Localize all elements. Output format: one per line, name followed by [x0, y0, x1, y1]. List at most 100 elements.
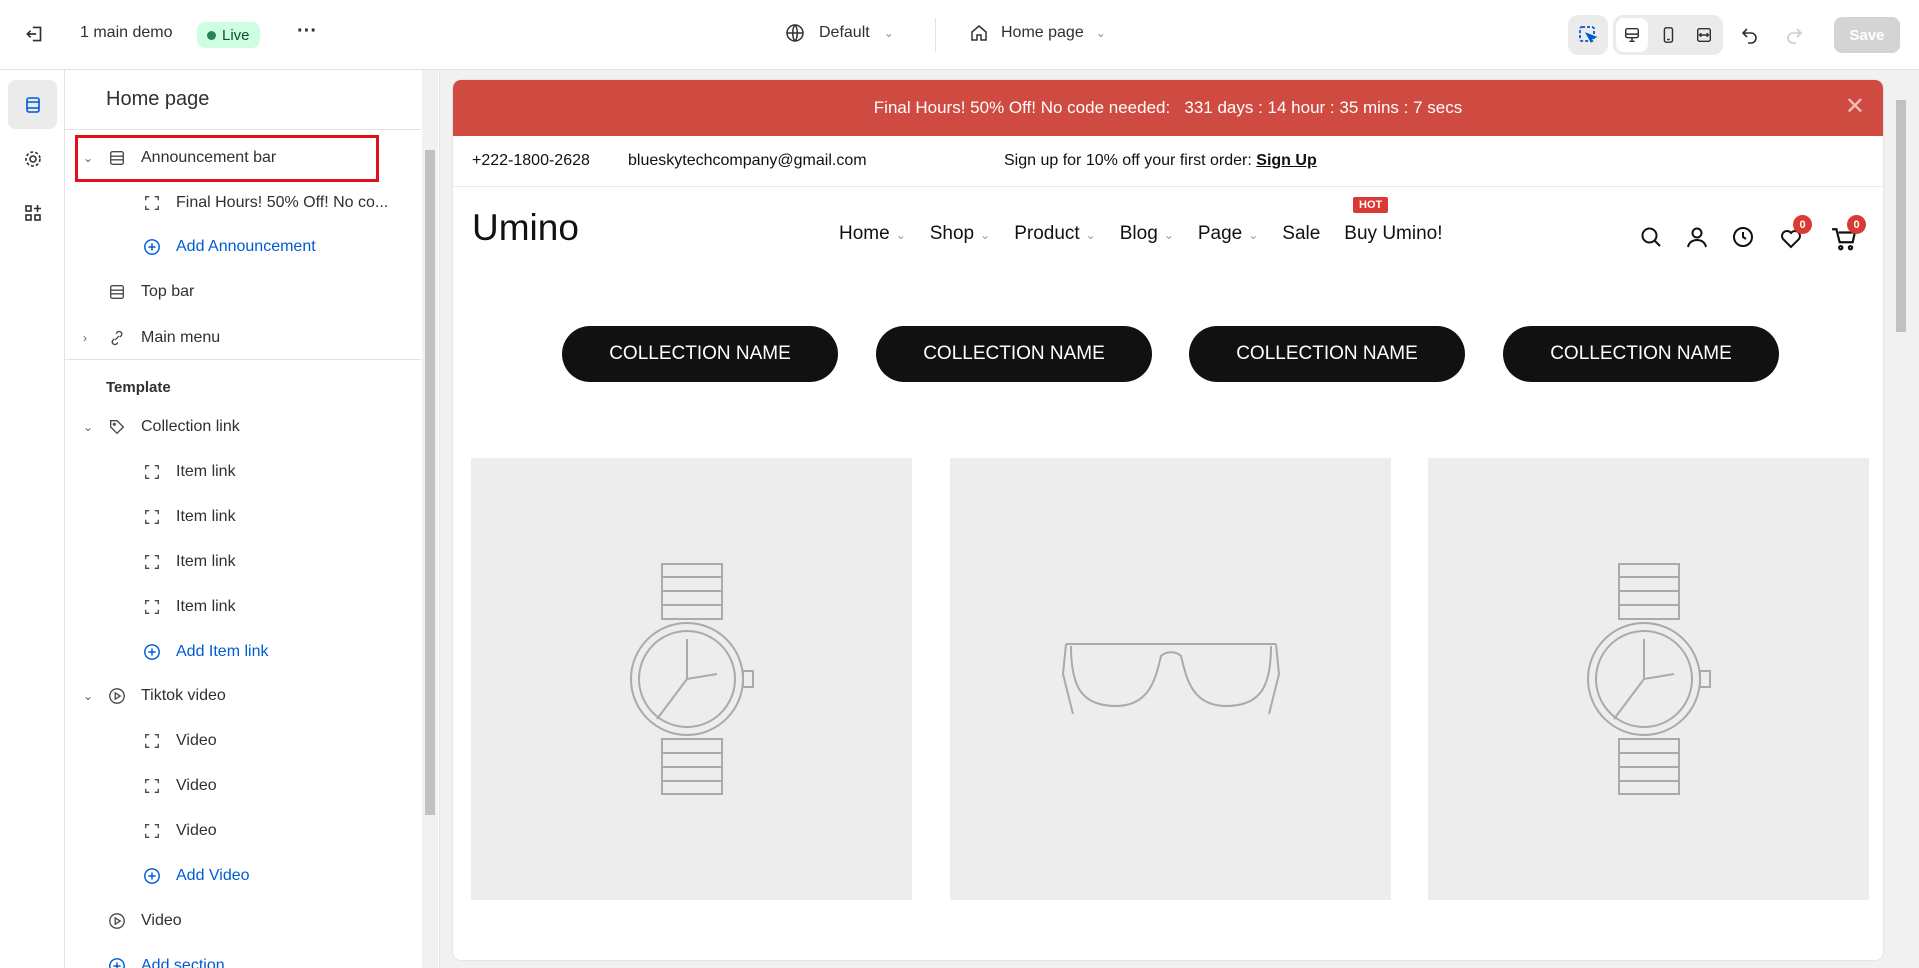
page-select[interactable]: Home page ⌄ — [969, 23, 1106, 43]
menu-item-page[interactable]: Page⌄ — [1198, 223, 1258, 245]
collection-button[interactable]: COLLECTION NAME — [876, 326, 1152, 382]
menu-item-product[interactable]: Product⌄ — [1014, 223, 1096, 245]
signup-label: Sign up for 10% off your first order: — [1004, 152, 1252, 169]
apps-button[interactable] — [8, 188, 57, 237]
item-label: Video — [176, 732, 217, 750]
item-label: Item link — [176, 598, 236, 616]
plus-circle-icon — [142, 237, 162, 257]
collection-button[interactable]: COLLECTION NAME — [1189, 326, 1465, 382]
block-icon — [142, 193, 162, 213]
section-main-menu[interactable]: ›Main menu — [65, 315, 420, 360]
item-label: Item link — [176, 463, 236, 481]
block-item-link[interactable]: Item link — [65, 584, 420, 629]
block-icon — [142, 462, 162, 482]
item-label: Item link — [176, 553, 236, 571]
item-label: Add section — [141, 957, 225, 968]
item-label: Video — [176, 822, 217, 840]
watch-icon — [1584, 559, 1714, 799]
block-video[interactable]: Video — [65, 808, 420, 853]
select-cursor-icon — [1578, 25, 1598, 45]
block-announcement[interactable]: Final Hours! 50% Off! No co... — [65, 180, 420, 225]
watch-icon — [627, 559, 757, 799]
block-icon — [142, 552, 162, 572]
inspector-toggle[interactable] — [1568, 15, 1608, 55]
store-logo[interactable]: Umino — [472, 207, 579, 249]
menu-label: Shop — [930, 223, 974, 244]
close-icon[interactable]: ✕ — [1845, 92, 1865, 121]
block-icon — [142, 507, 162, 527]
sidebar-scrollbar[interactable] — [422, 70, 438, 968]
search-icon[interactable] — [1639, 225, 1663, 254]
plus-circle-icon — [142, 866, 162, 886]
section-top-bar[interactable]: Top bar — [65, 269, 420, 314]
divider — [65, 359, 421, 360]
menu-label: Blog — [1120, 223, 1158, 244]
add-announcement-button[interactable]: Add Announcement — [65, 224, 420, 269]
menu-item-home[interactable]: Home⌄ — [839, 223, 906, 245]
fullwidth-icon[interactable] — [1688, 18, 1720, 52]
mobile-icon[interactable] — [1652, 18, 1684, 52]
item-label: Top bar — [141, 283, 194, 301]
save-button[interactable]: Save — [1834, 17, 1900, 53]
plus-circle-icon — [107, 956, 127, 968]
menu-label: Home — [839, 223, 890, 244]
scrollbar-thumb[interactable] — [425, 150, 435, 815]
account-icon[interactable] — [1685, 225, 1709, 254]
block-video[interactable]: Video — [65, 718, 420, 763]
chevron-down-icon[interactable]: ⌄ — [83, 420, 97, 434]
add-item-link-button[interactable]: Add Item link — [65, 629, 420, 674]
block-item-link[interactable]: Item link — [65, 449, 420, 494]
recent-clock-icon[interactable] — [1731, 225, 1755, 254]
item-label: Item link — [176, 508, 236, 526]
product-placeholder[interactable] — [471, 458, 912, 900]
section-icon — [107, 282, 127, 302]
item-label: Tiktok video — [141, 687, 226, 705]
more-icon[interactable]: ··· — [297, 20, 317, 43]
viewport-switcher — [1613, 15, 1723, 55]
menu-item-sale[interactable]: Sale — [1282, 223, 1320, 245]
menu-item-blog[interactable]: Blog⌄ — [1120, 223, 1174, 245]
icon-rail — [0, 70, 65, 968]
sunglasses-icon — [1061, 634, 1281, 724]
menu: Home⌄ Shop⌄ Product⌄ Blog⌄ Page⌄ Sale Bu… — [839, 223, 1443, 245]
item-label: Final Hours! 50% Off! No co... — [176, 194, 388, 212]
chevron-down-icon: ⌄ — [1248, 228, 1258, 242]
phone-text: +222-1800-2628 — [472, 152, 590, 170]
hot-badge: HOT — [1353, 197, 1388, 213]
section-video[interactable]: Video — [65, 898, 420, 943]
scrollbar-thumb[interactable] — [1896, 100, 1906, 332]
email-text: blueskytechcompany@gmail.com — [628, 152, 867, 170]
menu-item-shop[interactable]: Shop⌄ — [930, 223, 990, 245]
product-placeholder[interactable] — [950, 458, 1391, 900]
chevron-down-icon[interactable]: ⌄ — [83, 689, 97, 703]
desktop-icon[interactable] — [1616, 18, 1648, 52]
status-text: Live — [222, 27, 250, 44]
item-label: Add Announcement — [176, 238, 316, 256]
redo-icon[interactable] — [1784, 25, 1804, 45]
block-video[interactable]: Video — [65, 763, 420, 808]
announcement-bar[interactable]: Final Hours! 50% Off! No code needed: 33… — [453, 80, 1883, 136]
signup-link[interactable]: Sign Up — [1256, 152, 1316, 169]
item-label: Add Item link — [176, 643, 268, 661]
status-badge: Live — [197, 22, 260, 48]
collection-button[interactable]: COLLECTION NAME — [562, 326, 838, 382]
section-tiktok-video[interactable]: ⌄ Tiktok video — [65, 673, 420, 718]
exit-icon[interactable] — [24, 23, 46, 45]
section-collection-link[interactable]: ⌄Collection link — [65, 404, 420, 449]
menu-item-buy-umino[interactable]: Buy Umino! — [1344, 223, 1442, 245]
language-select[interactable]: Default ⌄ — [785, 23, 894, 43]
sections-button[interactable] — [8, 80, 57, 129]
globe-icon — [785, 23, 805, 43]
block-icon — [142, 597, 162, 617]
store-name: 1 main demo — [80, 24, 173, 42]
add-section-button[interactable]: Add section — [65, 943, 420, 968]
block-item-link[interactable]: Item link — [65, 494, 420, 539]
chevron-right-icon[interactable]: › — [83, 331, 97, 345]
add-video-button[interactable]: Add Video — [65, 853, 420, 898]
undo-icon[interactable] — [1740, 25, 1760, 45]
preview-scrollbar[interactable] — [1893, 80, 1909, 960]
product-placeholder[interactable] — [1428, 458, 1869, 900]
block-item-link[interactable]: Item link — [65, 539, 420, 584]
settings-button[interactable] — [8, 134, 57, 183]
collection-button[interactable]: COLLECTION NAME — [1503, 326, 1779, 382]
